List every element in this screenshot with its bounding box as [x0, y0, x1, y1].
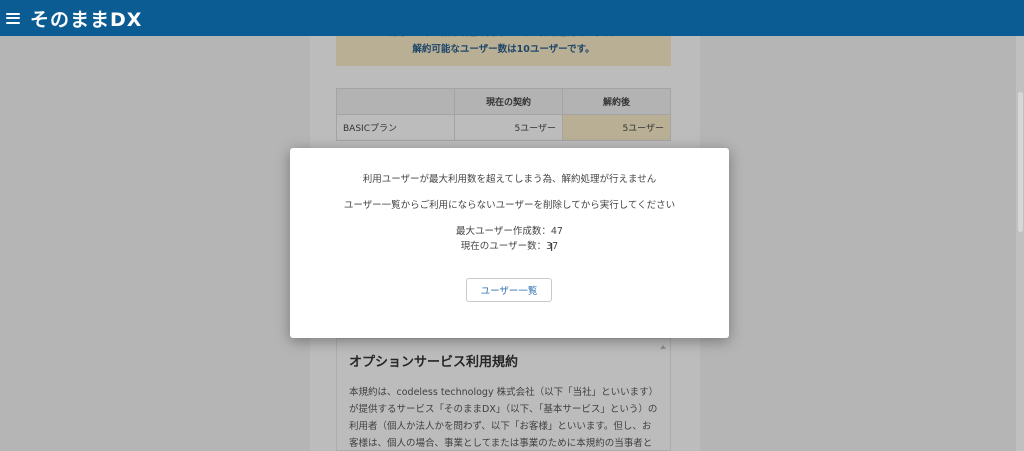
error-dialog: 利用ユーザーが最大利用数を超えてしまう為、解約処理が行えません ユーザー一覧から…: [290, 148, 729, 338]
max-user-count: 最大ユーザー作成数：47: [456, 226, 563, 237]
hamburger-menu-icon[interactable]: [6, 12, 20, 24]
current-user-count: 現在のユーザー数：37: [460, 241, 559, 252]
app-header: そのままDX: [0, 0, 1024, 36]
page-scrollbar-thumb[interactable]: [1018, 92, 1023, 232]
dialog-message-limit: 利用ユーザーが最大利用数を超えてしまう為、解約処理が行えません: [362, 174, 657, 185]
user-list-button[interactable]: ユーザー一覧: [466, 278, 552, 302]
text-cursor-icon: I: [550, 241, 554, 254]
app-logo[interactable]: そのままDX: [30, 5, 142, 32]
dialog-message-instruction: ユーザー一覧からご利用にならないユーザーを削除してから実行してください: [343, 200, 676, 211]
